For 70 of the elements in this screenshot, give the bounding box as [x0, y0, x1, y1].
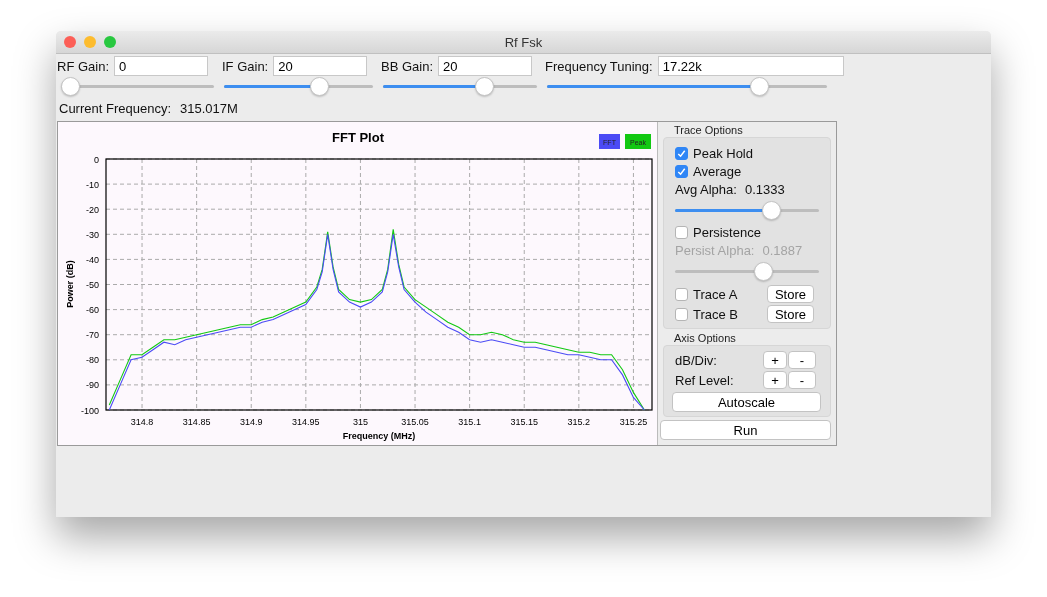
- autoscale-button[interactable]: Autoscale: [672, 392, 821, 412]
- x-tick-label: 315.05: [401, 417, 429, 427]
- chart-title: FFT Plot: [332, 130, 384, 145]
- axis-label: dB/Div:: [674, 352, 718, 368]
- slider[interactable]: [675, 200, 819, 220]
- checkbox-label: Trace A: [693, 286, 738, 302]
- y-tick-label: -80: [86, 355, 99, 366]
- gain-label: RF Gain:: [57, 58, 109, 74]
- x-tick-label: 315.2: [567, 417, 591, 427]
- frequency-label: Current Frequency:: [59, 101, 171, 116]
- gain-label: Frequency Tuning:: [545, 58, 653, 74]
- input-field[interactable]: 0: [114, 56, 208, 76]
- y-tick-label: -100: [81, 405, 99, 416]
- x-tick-label: 314.85: [182, 417, 211, 427]
- slider[interactable]: [224, 76, 373, 96]
- input-field[interactable]: 17.22k: [657, 56, 844, 76]
- x-tick-label: 315.1: [458, 417, 481, 427]
- y-axis-label: Power (dB): [64, 260, 75, 308]
- axis-label: Ref Level:: [674, 372, 735, 388]
- store-button[interactable]: Store: [767, 285, 814, 303]
- checkbox[interactable]: [675, 287, 688, 301]
- checkbox-label: Average: [693, 163, 742, 179]
- y-tick-label: -10: [86, 179, 99, 190]
- x-tick-label: 314.9: [239, 417, 263, 427]
- alpha-value: 0.1333: [744, 181, 785, 197]
- alpha-value: 0.1887: [762, 242, 803, 258]
- y-tick-label: -90: [86, 380, 99, 391]
- minimize-icon[interactable]: [84, 36, 96, 48]
- checkbox[interactable]: [675, 146, 688, 160]
- minus-button[interactable]: -: [788, 351, 816, 369]
- alpha-label: Persist Alpha:: [675, 242, 755, 258]
- plus-button[interactable]: +: [763, 351, 787, 369]
- alpha-label: Avg Alpha:: [675, 181, 737, 197]
- maximize-icon[interactable]: [104, 36, 116, 48]
- gain-label: BB Gain:: [381, 58, 434, 74]
- y-tick-label: -60: [86, 305, 99, 316]
- group-title: Trace Options: [673, 124, 744, 136]
- checkbox-label: Peak Hold: [693, 145, 753, 161]
- checkbox[interactable]: [675, 164, 688, 178]
- x-tick-label: 315.25: [619, 417, 648, 427]
- x-tick-label: 314.8: [130, 417, 154, 427]
- input-field[interactable]: 20: [438, 56, 533, 76]
- y-tick-label: 0: [94, 154, 99, 165]
- y-tick-label: -20: [86, 204, 99, 215]
- checkbox-label: Trace B: [693, 306, 739, 322]
- run-button[interactable]: Run: [660, 420, 831, 440]
- input-field[interactable]: 20: [273, 56, 368, 76]
- plus-button[interactable]: +: [763, 371, 787, 389]
- frequency-value: 315.017M: [180, 101, 238, 116]
- checkbox-label: Persistence: [693, 224, 761, 240]
- minus-button[interactable]: -: [788, 371, 816, 389]
- y-tick-label: -30: [86, 229, 99, 240]
- slider[interactable]: [547, 76, 827, 96]
- group-title: Axis Options: [673, 332, 737, 344]
- y-tick-label: -50: [86, 280, 99, 290]
- x-tick-label: 315.15: [510, 417, 538, 427]
- gain-label: IF Gain:: [222, 58, 269, 74]
- slider[interactable]: [675, 261, 819, 281]
- window-title: Rf Fsk: [504, 34, 543, 50]
- x-tick-label: 315: [352, 417, 368, 427]
- x-axis-label: Frequency (MHz): [342, 431, 416, 441]
- checkbox[interactable]: [675, 225, 688, 239]
- checkbox[interactable]: [675, 307, 688, 321]
- y-tick-label: -40: [86, 254, 99, 265]
- close-icon[interactable]: [64, 36, 76, 48]
- store-button[interactable]: Store: [767, 305, 814, 323]
- slider[interactable]: [383, 76, 537, 96]
- x-tick-label: 314.95: [292, 417, 320, 427]
- slider[interactable]: [61, 76, 214, 96]
- y-tick-label: -70: [86, 330, 99, 341]
